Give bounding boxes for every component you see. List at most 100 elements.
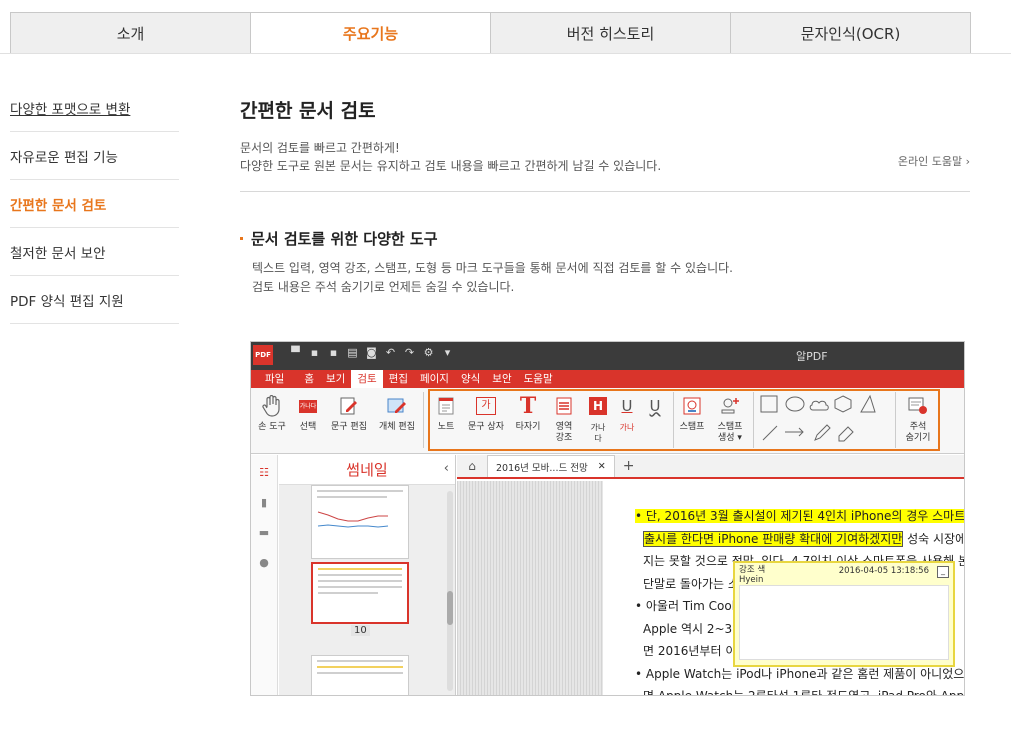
save-icon[interactable]: ▪ [308,346,321,359]
thumbnail-content [317,666,403,668]
ribbon-label: 문구 편집 [331,422,367,432]
menu-review[interactable]: 검토 [351,370,383,388]
settings-icon[interactable]: ⚙ [422,346,435,359]
document-tab-label: 2016년 모바...드 전망 [496,462,588,474]
text-edit-icon [337,394,361,418]
description-line: 문서의 검토를 빠르고 간편하게! [240,141,400,155]
comment-body-input[interactable] [739,585,949,660]
sidebar-item-label: 철저한 문서 보안 [10,245,106,262]
sidebar-item-label: 다양한 포맷으로 변환 [10,101,131,118]
page-thumbnail[interactable] [311,485,409,559]
document-tabs: ⌂ 2016년 모바...드 전망 ✕ + [457,455,964,479]
hand-tool-button[interactable]: 손 도구 [257,394,287,433]
sidebar-item-doc-security[interactable]: 철저한 문서 보안 [10,228,179,276]
menu-home[interactable]: 홈 [298,370,320,388]
print-preview-icon[interactable]: ◙ [365,346,378,359]
tab-version-history[interactable]: 버전 히스토리 [490,12,731,54]
ribbon-label: 손 도구 [258,422,286,432]
thumbnail-content [318,586,402,588]
menu-view[interactable]: 보기 [320,370,351,388]
sidebar-item-pdf-form[interactable]: PDF 양식 편집 지원 [10,276,179,324]
close-icon[interactable]: ✕ [598,461,606,472]
highlighted-text: • 단, 2016년 3월 출시설이 제기된 4인치 iPhone의 경우 스마… [635,509,964,523]
page-gutter [457,481,603,695]
thumbnail-header: 썸네일 ‹ [279,455,455,485]
undo-icon[interactable]: ↶ [384,346,397,359]
left-panel-bar: ☷ ▮ ▬ ● [251,455,278,695]
section-line: 텍스트 입력, 영역 강조, 스탬프, 도형 등 마크 도구들을 통해 문서에 … [252,261,733,275]
select-button[interactable]: 가나다 선택 [295,394,321,433]
thumbnail-page-number: 10 [351,625,370,636]
app-menubar: 파일 홈 보기 검토 편집 페이지 양식 보안 도움말 [251,370,964,388]
description-line: 다양한 도구로 원본 문서는 유지하고 검토 내용을 빠르고 간편하게 남길 수… [240,159,662,173]
ribbon-separator [423,392,424,448]
menu-security[interactable]: 보안 [486,370,517,388]
page-thumbnail[interactable] [311,655,409,695]
thumbnail-panel-icon[interactable]: ☷ [258,467,270,479]
sidebar-item-label: 간편한 문서 검토 [10,197,107,214]
document-tab[interactable]: 2016년 모바...드 전망 ✕ [487,455,615,477]
review-tools-highlight [428,389,940,451]
menu-help[interactable]: 도움말 [518,370,559,388]
tabs-divider [0,53,1011,54]
object-edit-icon [385,394,409,418]
section-line: 검토 내용은 주석 숨기기로 언제든 숨길 수 있습니다. [252,280,515,294]
menu-file[interactable]: 파일 [251,370,298,388]
sidebar-item-doc-review[interactable]: 간편한 문서 검토 [10,180,179,228]
tab-features[interactable]: 주요기능 [250,12,491,54]
sidebar-item-label: 자유로운 편집 기능 [10,149,118,166]
comment-header: 강조 색 Hyein 2016-04-05 13:18:56 _ [735,563,953,585]
folder-icon[interactable]: ▀ [289,346,302,359]
app-title: 알PDF [796,350,828,363]
bullet-icon [240,237,243,240]
hand-icon [260,394,284,418]
thumbnail-content [318,580,402,582]
sidebar-item-free-edit[interactable]: 자유로운 편집 기능 [10,132,179,180]
comment-author: Hyein [739,575,764,585]
thumbnail-content [317,496,387,498]
menu-page[interactable]: 페이지 [414,370,455,388]
thumbnail-content [318,574,402,576]
tab-intro[interactable]: 소개 [10,12,251,54]
highlighted-underlined-text: 출시를 한다면 iPhone 판매량 확대에 기여하겠지만 [643,530,904,547]
page-thumbnail-selected[interactable] [311,562,409,624]
app-titlebar: PDF ▀ ▪ ▪ ▤ ◙ ↶ ↷ ⚙ ▾ 알PDF [251,342,964,370]
document-line: 면 Apple Watch는 2루타성 1루타 정도였고, iPad Pro와 … [643,689,965,696]
ribbon-label: 개체 편집 [379,422,415,432]
sidebar-item-label: PDF 양식 편집 지원 [10,293,124,310]
main-content: 간편한 문서 검토 문서의 검토를 빠르고 간편하게! 다양한 도구로 원본 문… [240,96,970,297]
menu-form[interactable]: 양식 [455,370,486,388]
page-description: 문서의 검토를 빠르고 간편하게! 다양한 도구로 원본 문서는 유지하고 검토… [240,139,970,175]
thumbnail-scrollbar[interactable] [447,491,453,691]
dropdown-icon[interactable]: ▾ [441,346,454,359]
thumbnail-panel: 썸네일 ‹ 10 [279,455,456,695]
comment-date: 2016-04-05 13:18:56 [838,566,929,576]
menu-edit[interactable]: 편집 [383,370,414,388]
scrollbar-thumb[interactable] [447,591,453,625]
tab-ocr[interactable]: 문자인식(OCR) [730,12,971,54]
comment-icon[interactable]: ▬ [258,527,270,539]
object-edit-button[interactable]: 개체 편집 [375,394,419,433]
sidebar-item-format-convert[interactable]: 다양한 포맷으로 변환 [10,84,179,132]
home-icon[interactable]: ⌂ [457,455,487,477]
search-icon[interactable]: ● [258,557,270,569]
app-screenshot: PDF ▀ ▪ ▪ ▤ ◙ ↶ ↷ ⚙ ▾ 알PDF 파일 홈 보기 검토 편집… [250,341,965,696]
select-badge: 가나다 [298,399,318,413]
comment-popup[interactable]: 강조 색 Hyein 2016-04-05 13:18:56 _ [733,561,955,667]
select-icon: 가나다 [296,394,320,418]
new-tab-icon[interactable]: + [623,455,635,477]
ribbon-label: 선택 [299,422,317,432]
thumbnail-content [317,660,403,662]
thumbnail-content [317,672,403,674]
redo-icon[interactable]: ↷ [403,346,416,359]
text-edit-button[interactable]: 문구 편집 [329,394,369,433]
minimize-icon[interactable]: _ [937,566,949,578]
thumbnail-content [317,490,403,492]
bookmark-icon[interactable]: ▮ [258,497,270,509]
print-icon[interactable]: ▤ [346,346,359,359]
feature-tabs: 소개 주요기능 버전 히스토리 문자인식(OCR) [10,12,971,54]
save-all-icon[interactable]: ▪ [327,346,340,359]
collapse-icon[interactable]: ‹ [444,461,449,476]
online-help-link[interactable]: 온라인 도움말 › [898,153,970,169]
section-title-text: 문서 검토를 위한 다양한 도구 [251,230,438,248]
